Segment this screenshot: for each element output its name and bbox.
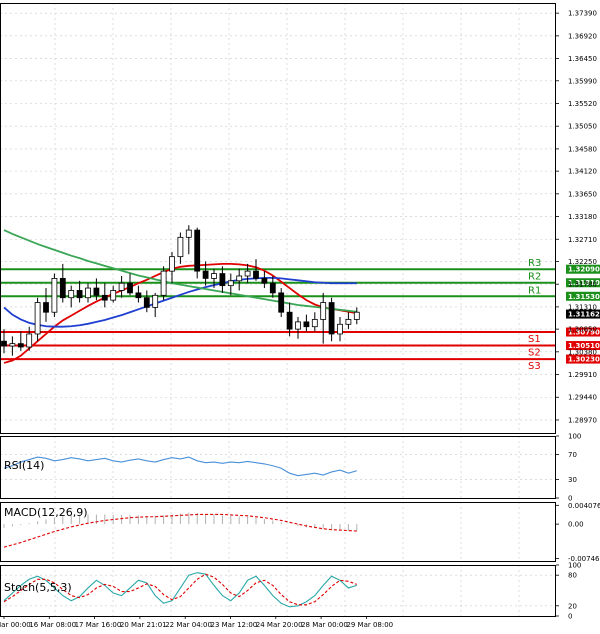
level-name-r3: R3 [528,258,541,269]
candle-body [337,323,343,335]
price-tick-label: 1.31310 [568,303,597,311]
candle-body [211,273,217,279]
level-price-label: 1.30230 [568,356,600,364]
candle-body [253,270,259,279]
candle-body [68,290,75,299]
price-tick-label: 1.35520 [568,100,597,108]
candle-body [219,273,226,287]
time-tick-label: 20 Mar 21:01 [120,621,167,629]
candle-body [345,319,352,325]
candle-body [110,290,117,301]
forex-chart: R31.32090R21.31810R11.31530S11.30790S21.… [0,0,600,634]
candle-body [127,282,133,294]
price-tick-label: 1.29910 [568,371,597,379]
price-tick-label: 1.32710 [568,236,597,244]
stoch-tick-label: 100 [568,562,581,570]
candle-body [185,229,192,238]
candle-body [17,343,24,348]
candle-body [236,275,243,282]
level-price-label: 1.31530 [568,293,600,301]
candle-body [76,290,83,299]
candle-body [353,311,360,320]
candle-body [269,282,276,294]
time-tick-label: 22 Mar 04:00 [165,621,212,629]
level-price-label: 1.32090 [568,266,600,274]
time-tick-label: 29 Mar 08:00 [346,621,393,629]
price-tick-label: 1.31780 [568,281,597,289]
candle-body [51,277,58,313]
candle-body [118,282,125,291]
level-name-r1: R1 [528,285,541,296]
level-name-s2: S2 [528,348,541,359]
macd-tick-label: 0.004076 [568,502,600,510]
candle-body [1,340,7,347]
stoch-tick-label: 80 [568,572,577,580]
candle-body [101,294,108,301]
candle-body [26,333,33,348]
candle-body [303,321,310,328]
candle-body [261,277,268,284]
candle-body [135,292,142,299]
price-tick-label: 1.30850 [568,326,597,334]
time-tick-label: 28 Mar 00:00 [301,621,348,629]
price-tick-label: 1.30380 [568,348,597,356]
candle-body [152,294,159,308]
stoch-tick-label: 20 [568,602,577,610]
stoch-tick-label: 0 [568,613,572,621]
candle-body [278,292,285,313]
price-tick-label: 1.36920 [568,32,597,40]
candle-body [34,302,41,335]
rsi-tick-label: 100 [568,433,581,441]
candle [51,273,58,318]
candle-body [9,343,16,347]
price-tick-label: 1.34120 [568,168,597,176]
candle-body [43,302,49,313]
candle-body [320,302,327,320]
price-tick-label: 1.29440 [568,394,597,402]
rsi-tick-label: 70 [568,451,577,459]
price-tick-label: 1.35990 [568,77,597,85]
level-name-s3: S3 [528,361,541,372]
candle-body [169,256,175,272]
candle-body [143,297,150,308]
time-tick-label: 24 Mar 20:00 [256,621,303,629]
current-price-label: 1.31162 [568,311,600,319]
candle-body [244,270,251,277]
candle-body [286,311,293,330]
candle [194,227,201,279]
candle-body [194,229,201,272]
candle-body [328,302,335,335]
candle-body [85,287,91,299]
price-tick-label: 1.28970 [568,416,597,424]
price-tick-label: 1.35050 [568,123,597,131]
candle-body [160,270,167,296]
price-tick-label: 1.36450 [568,55,597,63]
time-tick-label: 17 Mar 16:00 [75,621,122,629]
candle [160,266,167,301]
price-tick-label: 1.32250 [568,258,597,266]
price-tick-label: 1.34580 [568,145,597,153]
macd-title: MACD(12,26,9) [4,506,88,519]
rsi-tick-label: 30 [568,476,577,484]
candle-body [93,287,100,296]
candle-body [227,280,234,287]
stoch-title: Stoch(5,5,3) [4,581,72,594]
macd-tick-label: 0.00 [568,521,584,529]
candle-body [311,319,318,328]
time-tick-label: 16 Mar 08:00 [29,621,76,629]
price-tick-label: 1.33180 [568,213,597,221]
level-name-r2: R2 [528,272,541,283]
candle-body [177,236,184,258]
candle-body [59,277,66,299]
candle-body [202,270,209,279]
candle-body [295,321,301,330]
level-name-s1: S1 [528,334,541,345]
time-tick-label: 16 Mar 00:00 [0,621,31,629]
price-tick-label: 1.37390 [568,10,597,18]
price-tick-label: 1.33650 [568,190,597,198]
rsi-title: RSI(14) [4,459,44,472]
time-tick-label: 23 Mar 12:00 [211,621,258,629]
